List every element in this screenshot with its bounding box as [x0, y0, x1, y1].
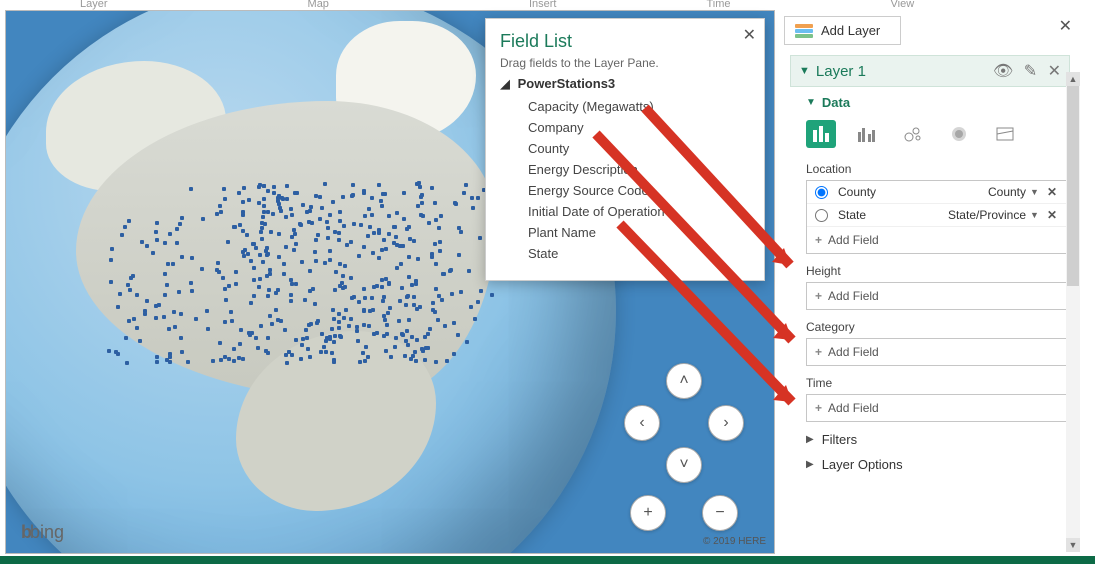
category-dropzone[interactable]: +Add Field [806, 338, 1068, 366]
field-item[interactable]: Capacity (Megawatts) [528, 96, 750, 117]
field-item[interactable]: Company [528, 117, 750, 138]
location-field-name: County [838, 185, 918, 199]
location-radio[interactable] [815, 186, 828, 199]
bing-logo: bbing [21, 522, 64, 543]
remove-field-icon[interactable]: ✕ [1045, 208, 1059, 222]
pan-right-button[interactable]: › [708, 405, 744, 441]
field-item[interactable]: Energy Description [528, 159, 750, 180]
field-item[interactable]: State [528, 243, 750, 264]
filters-section[interactable]: ▶Filters [806, 432, 1080, 447]
scroll-up-icon[interactable]: ▲ [1066, 72, 1080, 86]
table-name[interactable]: PowerStations3 [518, 76, 616, 91]
field-list-panel: ✕ Field List Drag fields to the Layer Pa… [485, 18, 765, 281]
field-item[interactable]: County [528, 138, 750, 159]
location-radio[interactable] [815, 209, 828, 222]
location-label: Location [806, 162, 1080, 176]
edit-icon[interactable]: ✎ [1024, 63, 1037, 80]
viz-stacked-column[interactable] [806, 120, 836, 148]
delete-layer-icon[interactable]: ✕ [1048, 63, 1061, 80]
layer-name[interactable]: Layer 1 [816, 63, 987, 80]
category-label: Category [806, 320, 1080, 334]
location-row[interactable]: State State/Province ▼ ✕ [807, 204, 1067, 227]
layer-header[interactable]: ▼ Layer 1 👁 ✎ ✕ [790, 55, 1070, 87]
location-dropzone[interactable]: County County ▼ ✕ State State/Province ▼… [806, 180, 1068, 254]
scroll-down-icon[interactable]: ▼ [1066, 538, 1080, 552]
time-label: Time [806, 376, 1080, 390]
pane-scrollbar[interactable]: ▲ ▼ [1066, 72, 1080, 552]
location-row[interactable]: County County ▼ ✕ [807, 181, 1067, 204]
viz-region[interactable] [990, 120, 1020, 148]
pan-left-button[interactable]: ‹ [624, 405, 660, 441]
visibility-icon[interactable]: 👁 [993, 63, 1013, 80]
field-item[interactable]: Energy Source Code [528, 180, 750, 201]
close-icon[interactable]: ✕ [743, 25, 756, 45]
table-collapse-caret[interactable]: ◢ [500, 76, 510, 92]
tilt-up-button[interactable]: ˄ [666, 363, 702, 399]
time-dropzone[interactable]: +Add Field [806, 394, 1068, 422]
remove-field-icon[interactable]: ✕ [1045, 185, 1059, 199]
field-list-title: Field List [500, 31, 750, 52]
data-section-header[interactable]: ▼Data [806, 95, 1060, 110]
layers-icon [795, 24, 813, 38]
location-type-select[interactable]: County ▼ [924, 185, 1039, 199]
location-add-field[interactable]: +Add Field [807, 227, 1067, 253]
height-label: Height [806, 264, 1080, 278]
viz-heatmap[interactable] [944, 120, 974, 148]
zoom-out-button[interactable]: − [702, 495, 738, 531]
height-add-field[interactable]: +Add Field [807, 283, 1067, 309]
visualization-row [806, 120, 1080, 148]
layer-pane: ✕ Add Layer ▼ Layer 1 👁 ✎ ✕ ▼Data Locati… [780, 12, 1080, 552]
tilt-down-button[interactable]: ˅ [666, 447, 702, 483]
viz-clustered-column[interactable] [852, 120, 882, 148]
viz-bubble[interactable] [898, 120, 928, 148]
field-item[interactable]: Initial Date of Operation [528, 201, 750, 222]
field-list-subtitle: Drag fields to the Layer Pane. [500, 56, 750, 70]
map-nav-controls: ˄ ‹ › ˅ + − [614, 363, 754, 543]
height-dropzone[interactable]: +Add Field [806, 282, 1068, 310]
layer-options-section[interactable]: ▶Layer Options [806, 457, 1080, 472]
add-layer-button[interactable]: Add Layer [784, 16, 901, 45]
field-item[interactable]: Plant Name [528, 222, 750, 243]
ribbon-tabs: Layer Map Insert Time View [0, 0, 1095, 8]
scroll-thumb[interactable] [1067, 86, 1079, 286]
location-type-select[interactable]: State/Province ▼ [924, 208, 1039, 222]
category-add-field[interactable]: +Add Field [807, 339, 1067, 365]
location-field-name: State [838, 208, 918, 222]
zoom-in-button[interactable]: + [630, 495, 666, 531]
close-pane-icon[interactable]: ✕ [1051, 12, 1080, 40]
status-bar [0, 556, 1095, 564]
time-add-field[interactable]: +Add Field [807, 395, 1067, 421]
collapse-layer-icon[interactable]: ▼ [799, 65, 810, 77]
